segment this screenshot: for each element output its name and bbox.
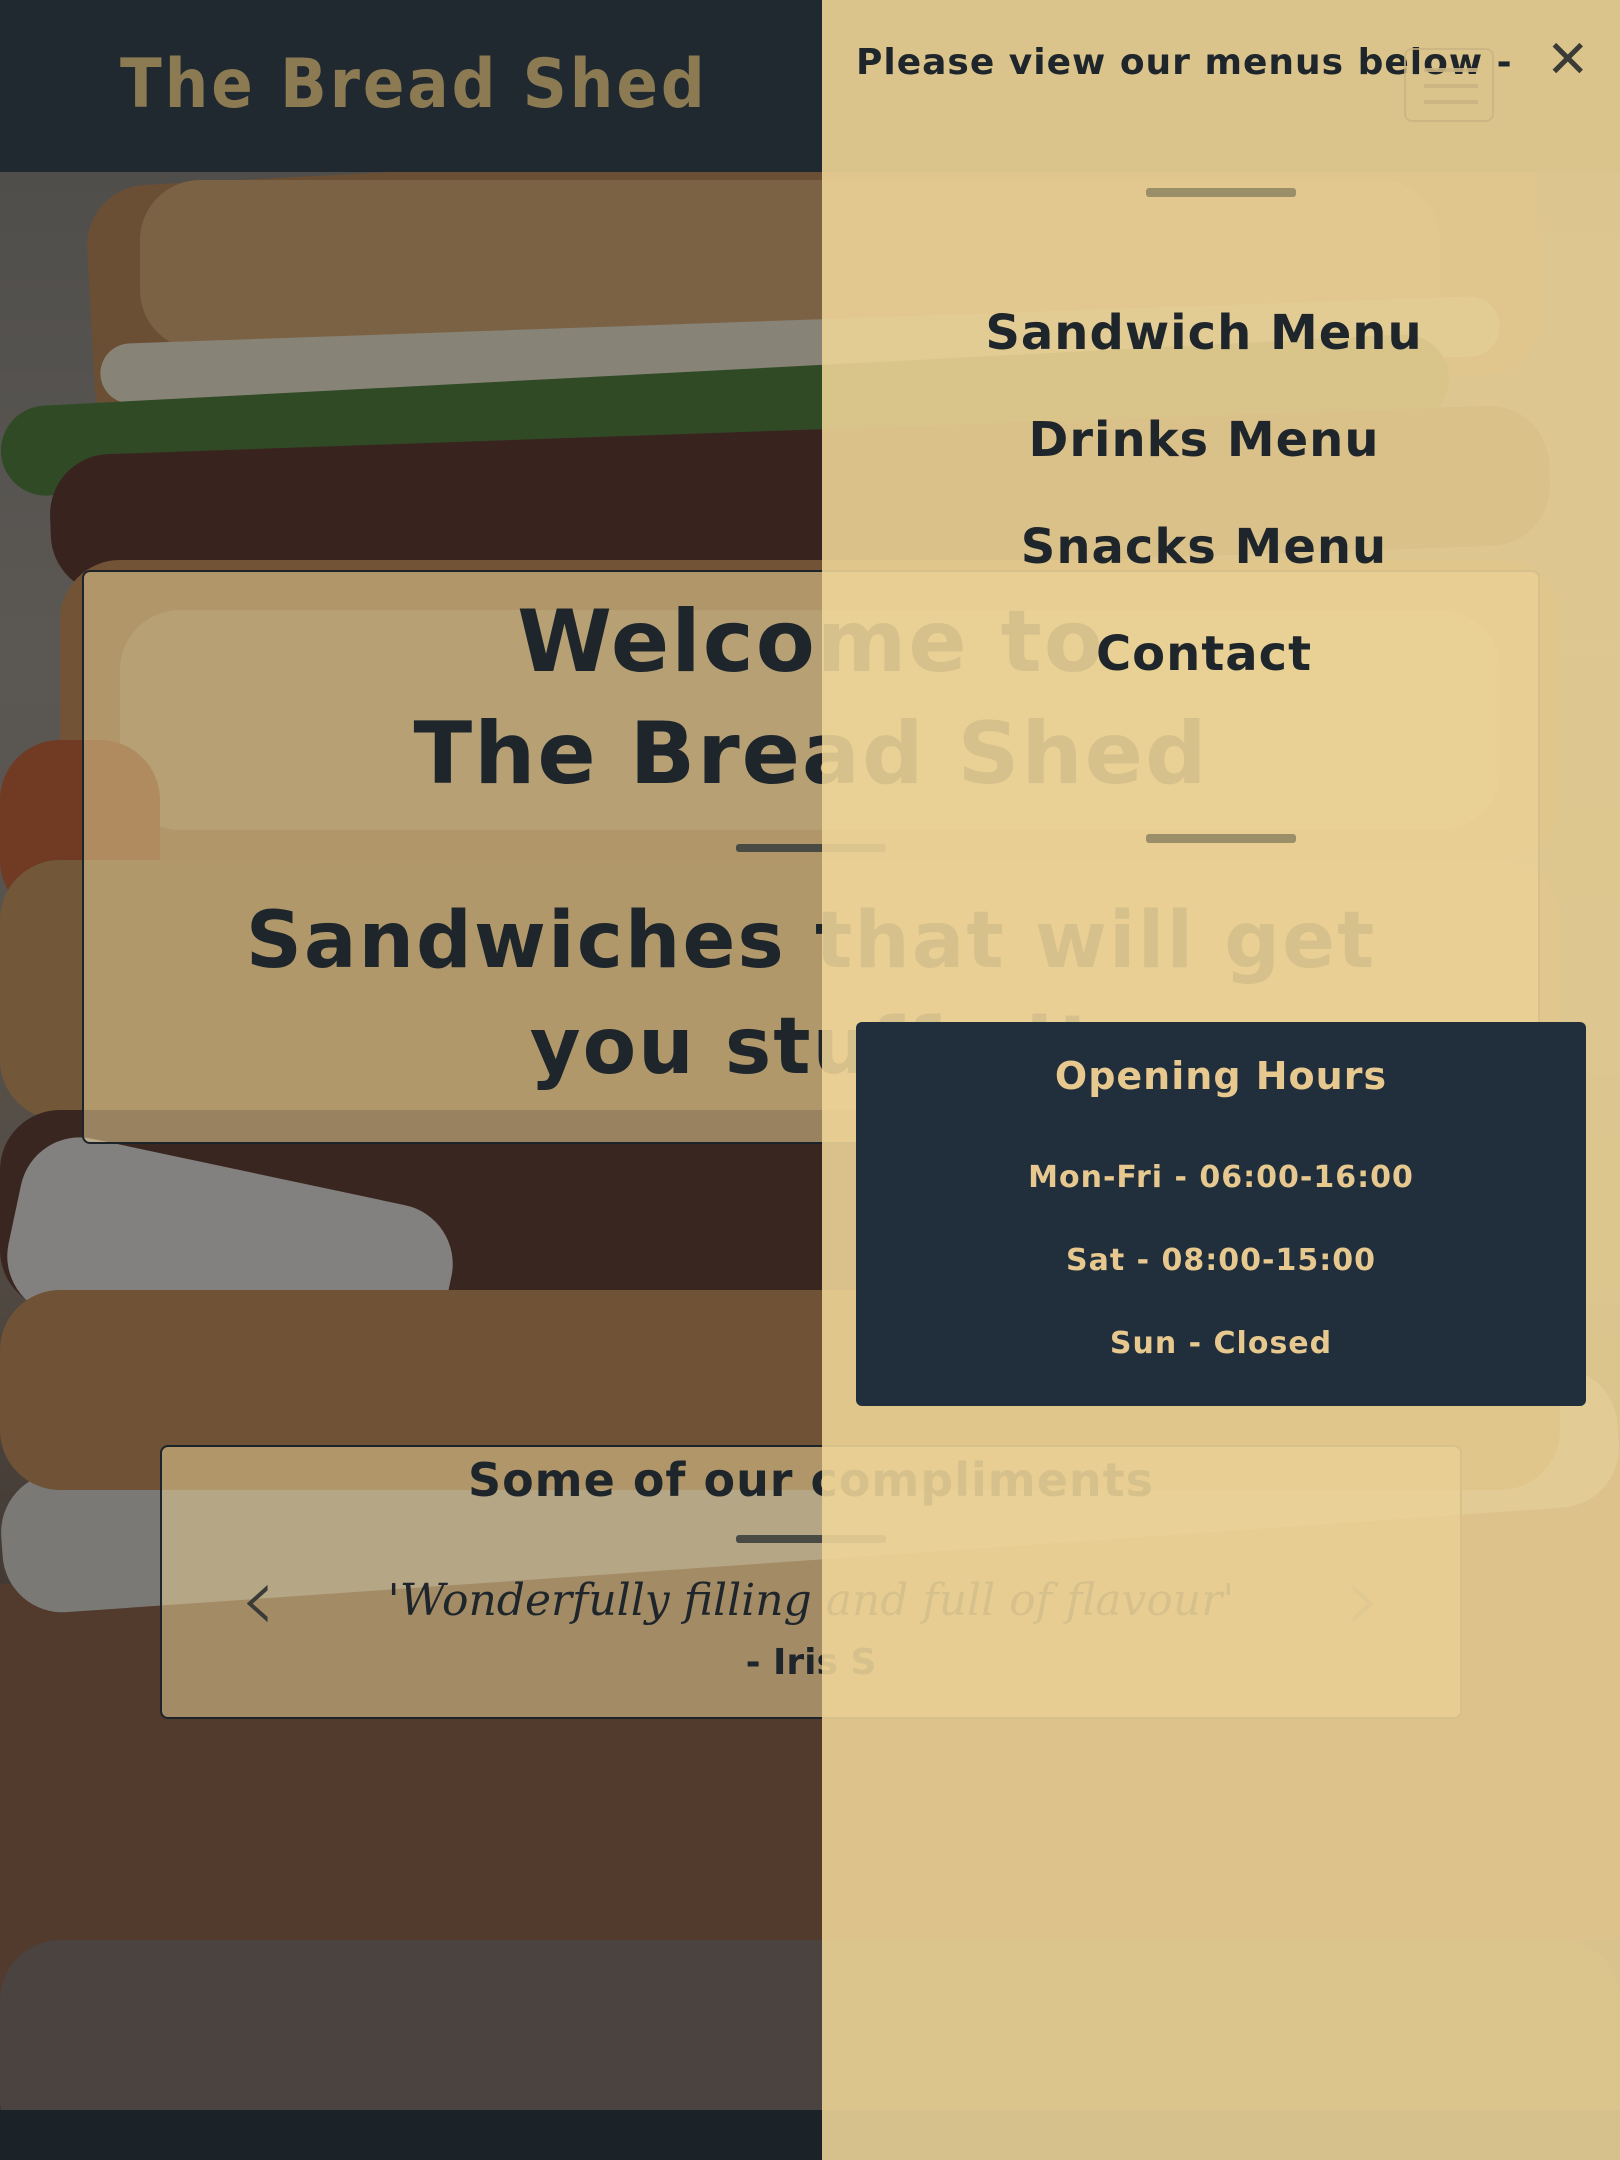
opening-hours-card: Opening Hours Mon-Fri - 06:00-16:00 Sat … (856, 1022, 1586, 1406)
nav-sandwich-menu[interactable]: Sandwich Menu (822, 298, 1586, 405)
overlay-nav: Sandwich Menu Drinks Menu Snacks Menu Co… (822, 298, 1586, 726)
hours-weekday: Mon-Fri - 06:00-16:00 (1028, 1160, 1414, 1195)
divider (1146, 834, 1296, 843)
divider (1146, 188, 1296, 197)
nav-drinks-menu[interactable]: Drinks Menu (822, 405, 1586, 512)
nav-snacks-menu[interactable]: Snacks Menu (822, 512, 1586, 619)
opening-hours-title: Opening Hours (1054, 1054, 1388, 1098)
close-icon[interactable]: ✕ (1546, 34, 1590, 86)
overlay-header (822, 0, 1620, 172)
hours-sunday: Sun - Closed (1109, 1326, 1333, 1361)
menu-overlay-panel: Please view our menus below - ✕ Sandwich… (822, 0, 1620, 2160)
hours-saturday: Sat - 08:00-15:00 (1066, 1243, 1376, 1278)
nav-contact[interactable]: Contact (822, 619, 1586, 726)
brand-logo[interactable]: The Bread Shed (120, 45, 708, 124)
hamburger-icon[interactable] (1404, 48, 1494, 122)
chevron-left-icon[interactable]: ‹ (240, 1555, 276, 1645)
